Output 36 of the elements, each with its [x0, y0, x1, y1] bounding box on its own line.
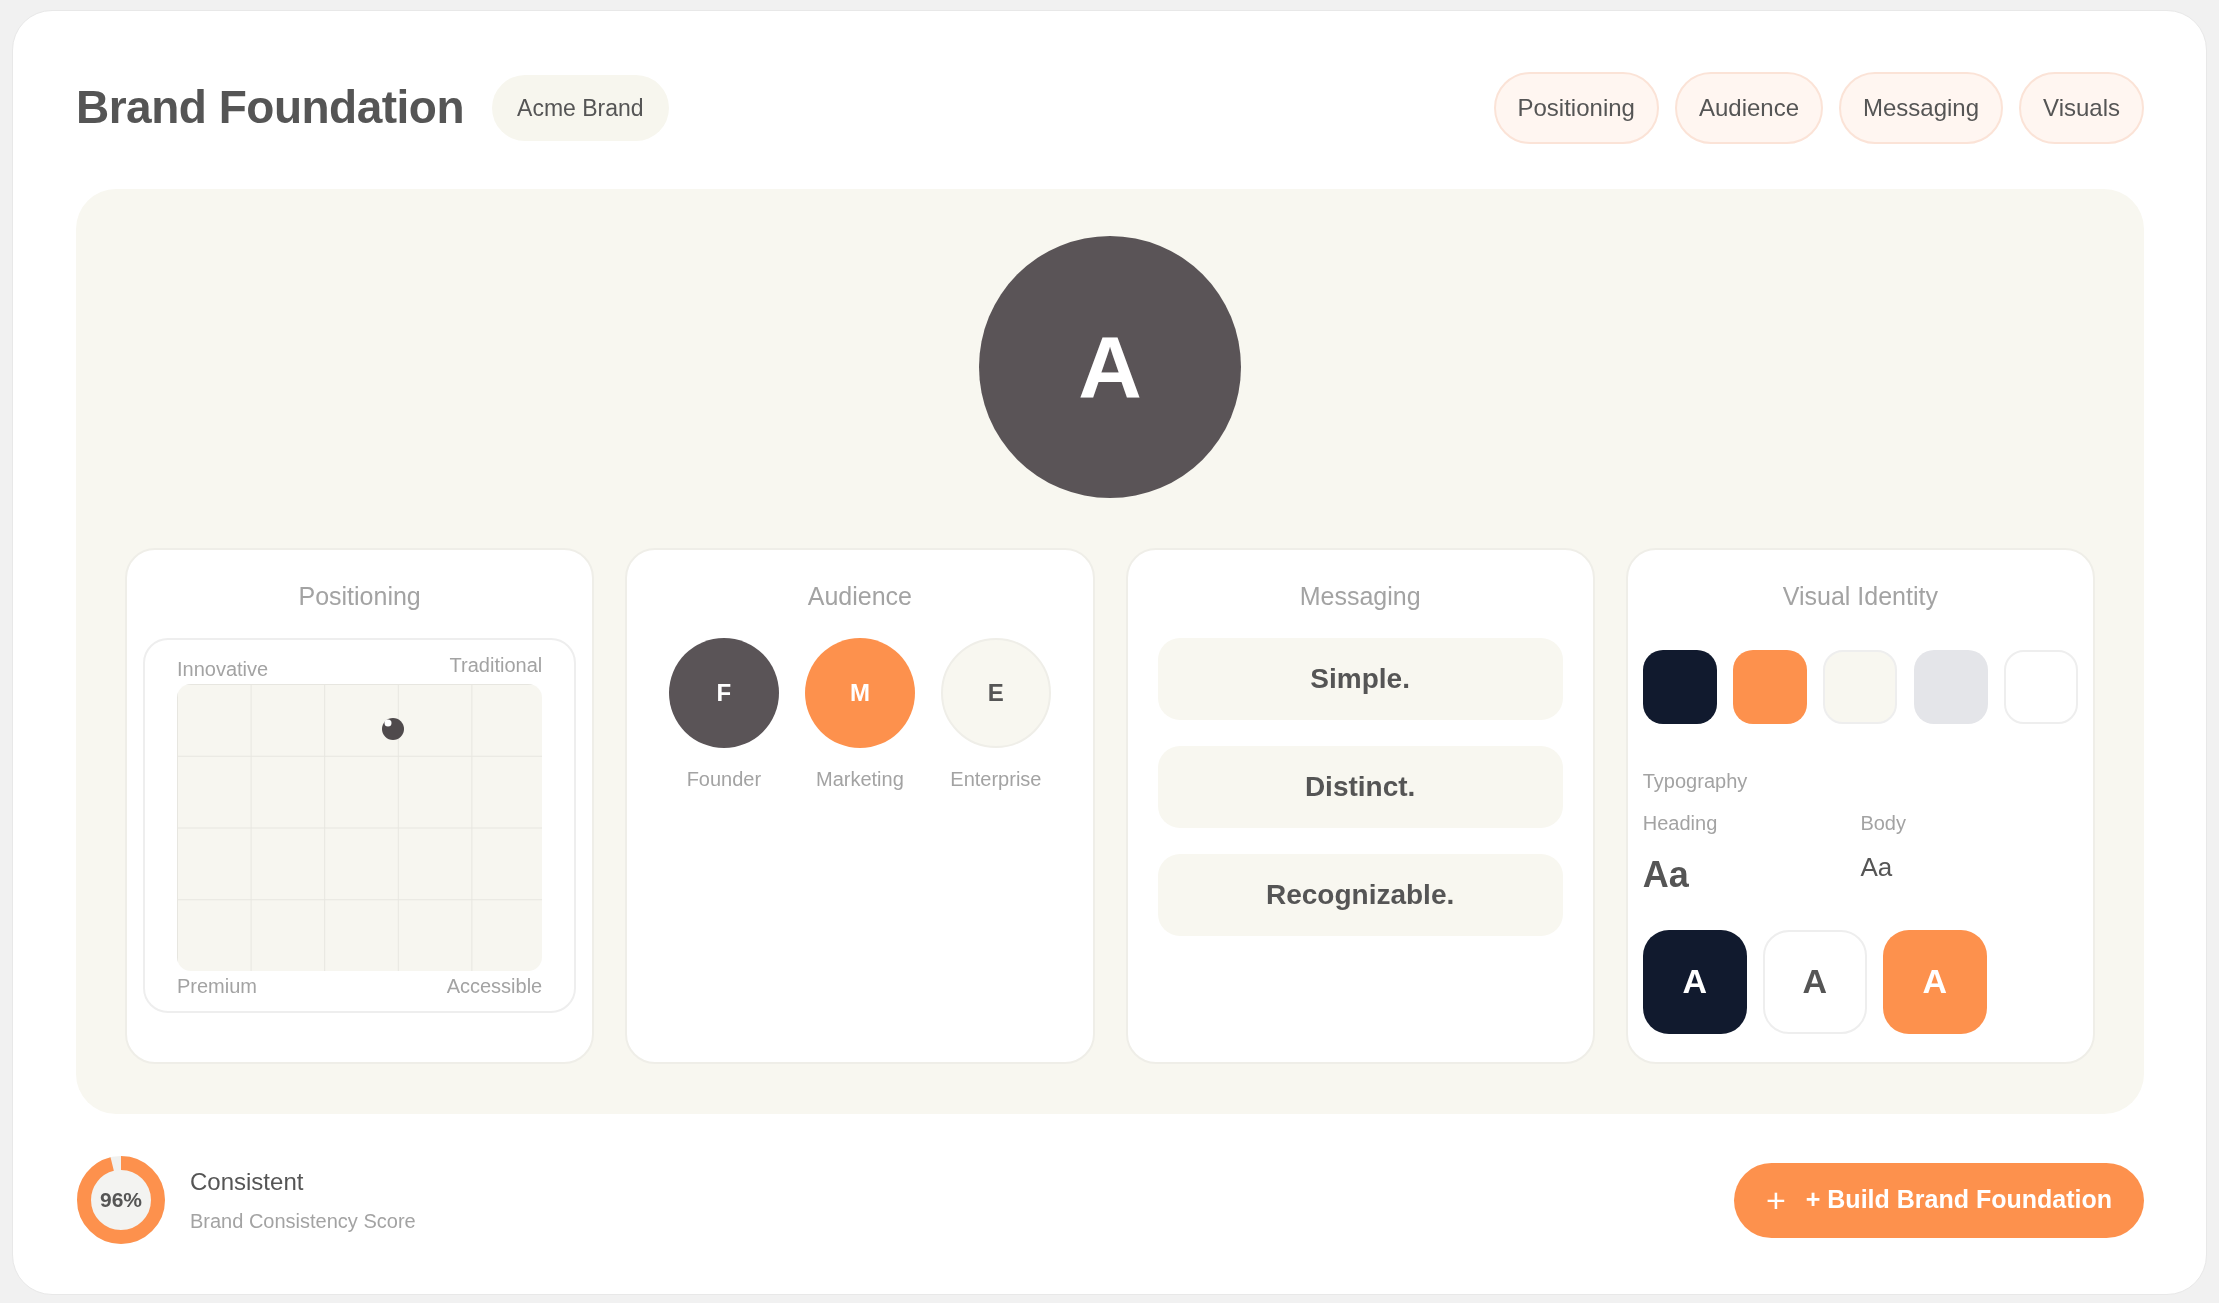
message-pillar: Recognizable.: [1157, 853, 1563, 936]
logo-variant: A: [1762, 929, 1867, 1034]
message-pillar: Simple.: [1157, 637, 1563, 720]
page-title: Brand Foundation: [76, 80, 465, 136]
tab[interactable]: Positioning: [1493, 72, 1659, 144]
font-label: Body: [1860, 810, 1907, 836]
card-title: Messaging: [1299, 581, 1421, 612]
message-pillar: Distinct.: [1157, 745, 1563, 828]
audience-avatar: F: [668, 637, 779, 748]
logo-variant: A: [1642, 929, 1747, 1034]
brand-logo: A: [979, 236, 1241, 498]
avatar-label: Marketing: [815, 766, 904, 792]
card-title: Positioning: [298, 581, 421, 612]
axis-label: Traditional: [449, 652, 543, 678]
position-marker: [381, 717, 404, 740]
axis-label: Premium: [177, 973, 257, 999]
axis-label: Innovative: [177, 656, 269, 682]
font-sample: Aa: [1860, 850, 1894, 884]
score-value: 96%: [100, 1187, 142, 1214]
score-status: Consistent: [190, 1167, 305, 1197]
score-caption: Brand Consistency Score: [190, 1209, 416, 1234]
font-sample: Aa: [1642, 852, 1690, 897]
section-label: Typography: [1642, 768, 1749, 794]
audience-avatar: E: [940, 637, 1051, 748]
font-label: Heading: [1642, 810, 1719, 836]
brand-tag: Acme Brand: [492, 74, 669, 142]
tab[interactable]: Messaging: [1839, 72, 2004, 144]
audience-avatar: M: [804, 637, 915, 748]
avatar-label: Founder: [686, 766, 762, 792]
axis-label: Accessible: [446, 973, 543, 999]
logo-variant: A: [1882, 929, 1987, 1034]
card-title: Audience: [807, 581, 912, 612]
tab[interactable]: Audience: [1674, 72, 1823, 144]
tab[interactable]: Visuals: [2019, 72, 2144, 144]
card-title: Visual Identity: [1781, 581, 1939, 612]
avatar-label: Enterprise: [950, 766, 1042, 792]
